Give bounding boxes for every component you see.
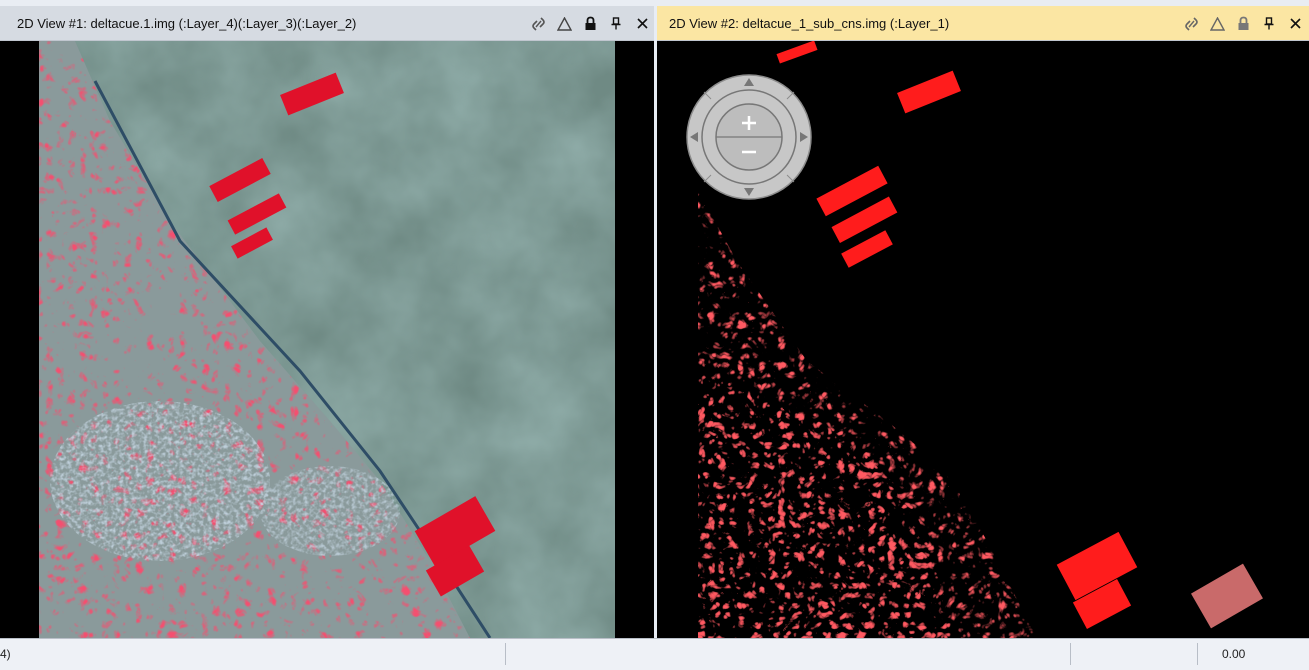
lock-icon[interactable] [582, 16, 598, 32]
status-separator [505, 643, 506, 665]
triangle-icon[interactable] [556, 16, 572, 32]
status-separator [1070, 643, 1071, 665]
status-bar: 4) 0.00 [0, 638, 1309, 670]
view-panel-1[interactable]: 2D View #1: deltacue.1.img (:Layer_4)(:L… [0, 6, 656, 638]
close-icon[interactable] [634, 16, 650, 32]
view-1-canvas[interactable] [0, 41, 656, 638]
view-1-titlebar[interactable]: 2D View #1: deltacue.1.img (:Layer_4)(:L… [0, 6, 656, 41]
triangle-icon[interactable] [1209, 16, 1225, 32]
view-2-title: 2D View #2: deltacue_1_sub_cns.img (:Lay… [669, 15, 950, 31]
close-icon[interactable] [1287, 16, 1303, 32]
view-2-titlebar[interactable]: 2D View #2: deltacue_1_sub_cns.img (:Lay… [657, 6, 1309, 41]
view-1-title: 2D View #1: deltacue.1.img (:Layer_4)(:L… [17, 15, 357, 31]
status-value: 0.00 [1222, 647, 1246, 661]
pan-zoom-control[interactable] [686, 74, 812, 200]
status-left-text: 4) [0, 647, 11, 661]
view-2-canvas[interactable] [657, 41, 1309, 638]
pin-icon[interactable] [1261, 16, 1277, 32]
lock-icon[interactable] [1235, 16, 1251, 32]
link-icon[interactable] [1183, 16, 1199, 32]
satellite-image [0, 41, 656, 638]
view-panel-2[interactable]: 2D View #2: deltacue_1_sub_cns.img (:Lay… [657, 6, 1309, 638]
classification-mask [657, 41, 1309, 638]
status-separator [1197, 643, 1198, 665]
pin-icon[interactable] [608, 16, 624, 32]
link-icon[interactable] [530, 16, 546, 32]
